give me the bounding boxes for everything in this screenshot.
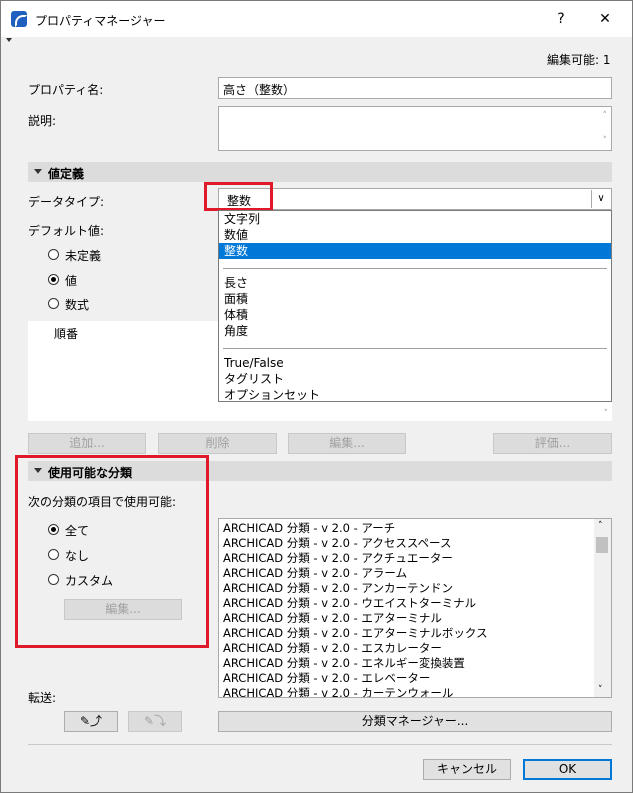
list-item[interactable]: ARCHICAD 分類 - v 2.0 - エアターミナルボックス [223, 626, 488, 641]
dropdown-separator [223, 268, 607, 269]
option-number[interactable]: 数値 [219, 227, 611, 243]
list-item[interactable]: ARCHICAD 分類 - v 2.0 - アラーム [223, 566, 407, 581]
option-option-set[interactable]: オプションセット [219, 387, 611, 401]
value-definition-section[interactable]: 値定義 [28, 162, 612, 182]
list-item[interactable]: ARCHICAD 分類 - v 2.0 - アーチ [223, 521, 395, 536]
ok-button[interactable]: OK [523, 759, 612, 780]
pick-up-parameters-button[interactable]: ✎⤴ [64, 711, 118, 732]
description-label: 説明: [28, 114, 57, 128]
data-type-select[interactable]: 整数 ∨ [218, 188, 612, 210]
option-true-false[interactable]: True/False [219, 355, 611, 371]
title-bar: プロパティマネージャー ? ✕ [1, 1, 632, 37]
list-item[interactable]: ARCHICAD 分類 - v 2.0 - エレベーター [223, 671, 430, 686]
scroll-down-icon[interactable]: ˅ [603, 136, 608, 146]
option-integer[interactable]: 整数 [219, 243, 611, 259]
scroll-up-icon[interactable]: ˄ [598, 521, 603, 531]
option-angle[interactable]: 角度 [219, 323, 611, 339]
highlight-box-data-type [204, 182, 273, 211]
scroll-down-icon[interactable]: ˅ [604, 409, 609, 419]
dropdown-separator [223, 348, 607, 349]
syringe-icon: ✎⤵ [143, 714, 167, 728]
classification-manager-button[interactable]: 分類マネージャー... [218, 711, 612, 732]
add-button[interactable]: 追加... [28, 433, 146, 454]
description-input[interactable]: ˄ ˅ [218, 106, 612, 151]
eyedropper-icon: ✎⤴ [79, 714, 103, 728]
evaluate-button[interactable]: 評価... [493, 433, 612, 454]
list-scrollbar[interactable]: ˄ ˅ [594, 519, 611, 697]
radio-undefined-label: 未定義 [65, 249, 102, 263]
list-item[interactable]: ARCHICAD 分類 - v 2.0 - カーテンウォール [223, 686, 453, 697]
property-manager-dialog: プロパティマネージャー ? ✕ 編集可能: 1 プロパティ名: 高さ（整数） 説… [0, 0, 633, 793]
scroll-down-icon[interactable]: ˅ [598, 685, 603, 695]
collapse-triangle-icon [34, 169, 42, 174]
delete-button[interactable]: 削除 [158, 433, 277, 454]
list-item[interactable]: ARCHICAD 分類 - v 2.0 - エスカレーター [223, 641, 442, 656]
footer-divider [28, 744, 612, 745]
help-button[interactable]: ? [549, 7, 573, 31]
radio-value[interactable] [48, 274, 59, 285]
scrollbar-thumb[interactable] [596, 537, 608, 553]
classification-list[interactable]: ARCHICAD 分類 - v 2.0 - アーチ ARCHICAD 分類 - … [218, 518, 612, 698]
radio-value-label: 値 [65, 274, 78, 288]
default-value-label: デフォルト値: [28, 224, 105, 238]
list-item[interactable]: ARCHICAD 分類 - v 2.0 - エネルギー変換装置 [223, 656, 465, 671]
property-name-input[interactable]: 高さ（整数） [218, 77, 612, 99]
list-item[interactable]: ARCHICAD 分類 - v 2.0 - エアターミナル [223, 611, 442, 626]
list-item[interactable]: ARCHICAD 分類 - v 2.0 - アクセススペース [223, 536, 451, 551]
radio-formula-label: 数式 [65, 298, 90, 312]
value-definition-title: 値定義 [48, 167, 85, 181]
scroll-up-icon[interactable]: ˄ [603, 111, 608, 121]
cancel-button[interactable]: キャンセル [423, 759, 511, 780]
option-area[interactable]: 面積 [219, 291, 611, 307]
property-name-label: プロパティ名: [28, 83, 104, 97]
highlight-box-classification [15, 455, 209, 648]
edit-button[interactable]: 編集... [288, 433, 406, 454]
option-string[interactable]: 文字列 [219, 211, 611, 227]
inject-parameters-button[interactable]: ✎⤵ [128, 711, 182, 732]
transfer-label: 転送: [28, 691, 57, 705]
list-item[interactable]: ARCHICAD 分類 - v 2.0 - アクチュエーター [223, 551, 453, 566]
option-length[interactable]: 長さ [219, 275, 611, 291]
editable-count: 編集可能: 1 [547, 53, 611, 67]
option-volume[interactable]: 体積 [219, 307, 611, 323]
order-column-header: 順番 [54, 327, 79, 341]
data-type-dropdown-list[interactable]: 文字列 数値 整数 長さ 面積 体積 角度 True/False タグリスト オ… [218, 210, 612, 402]
radio-undefined[interactable] [48, 249, 59, 260]
close-button[interactable]: ✕ [593, 7, 617, 31]
radio-formula[interactable] [48, 298, 59, 309]
property-name-value: 高さ（整数） [223, 83, 296, 97]
list-item[interactable]: ARCHICAD 分類 - v 2.0 - アンカーテンドン [223, 581, 453, 596]
data-type-label: データタイプ: [28, 195, 105, 209]
archicad-app-icon [11, 11, 27, 27]
menu-arrow-icon[interactable] [6, 38, 12, 42]
chevron-down-icon[interactable]: ∨ [591, 190, 610, 208]
option-tag-list[interactable]: タグリスト [219, 371, 611, 387]
list-item[interactable]: ARCHICAD 分類 - v 2.0 - ウエイストターミナル [223, 596, 476, 611]
window-title: プロパティマネージャー [35, 14, 166, 28]
